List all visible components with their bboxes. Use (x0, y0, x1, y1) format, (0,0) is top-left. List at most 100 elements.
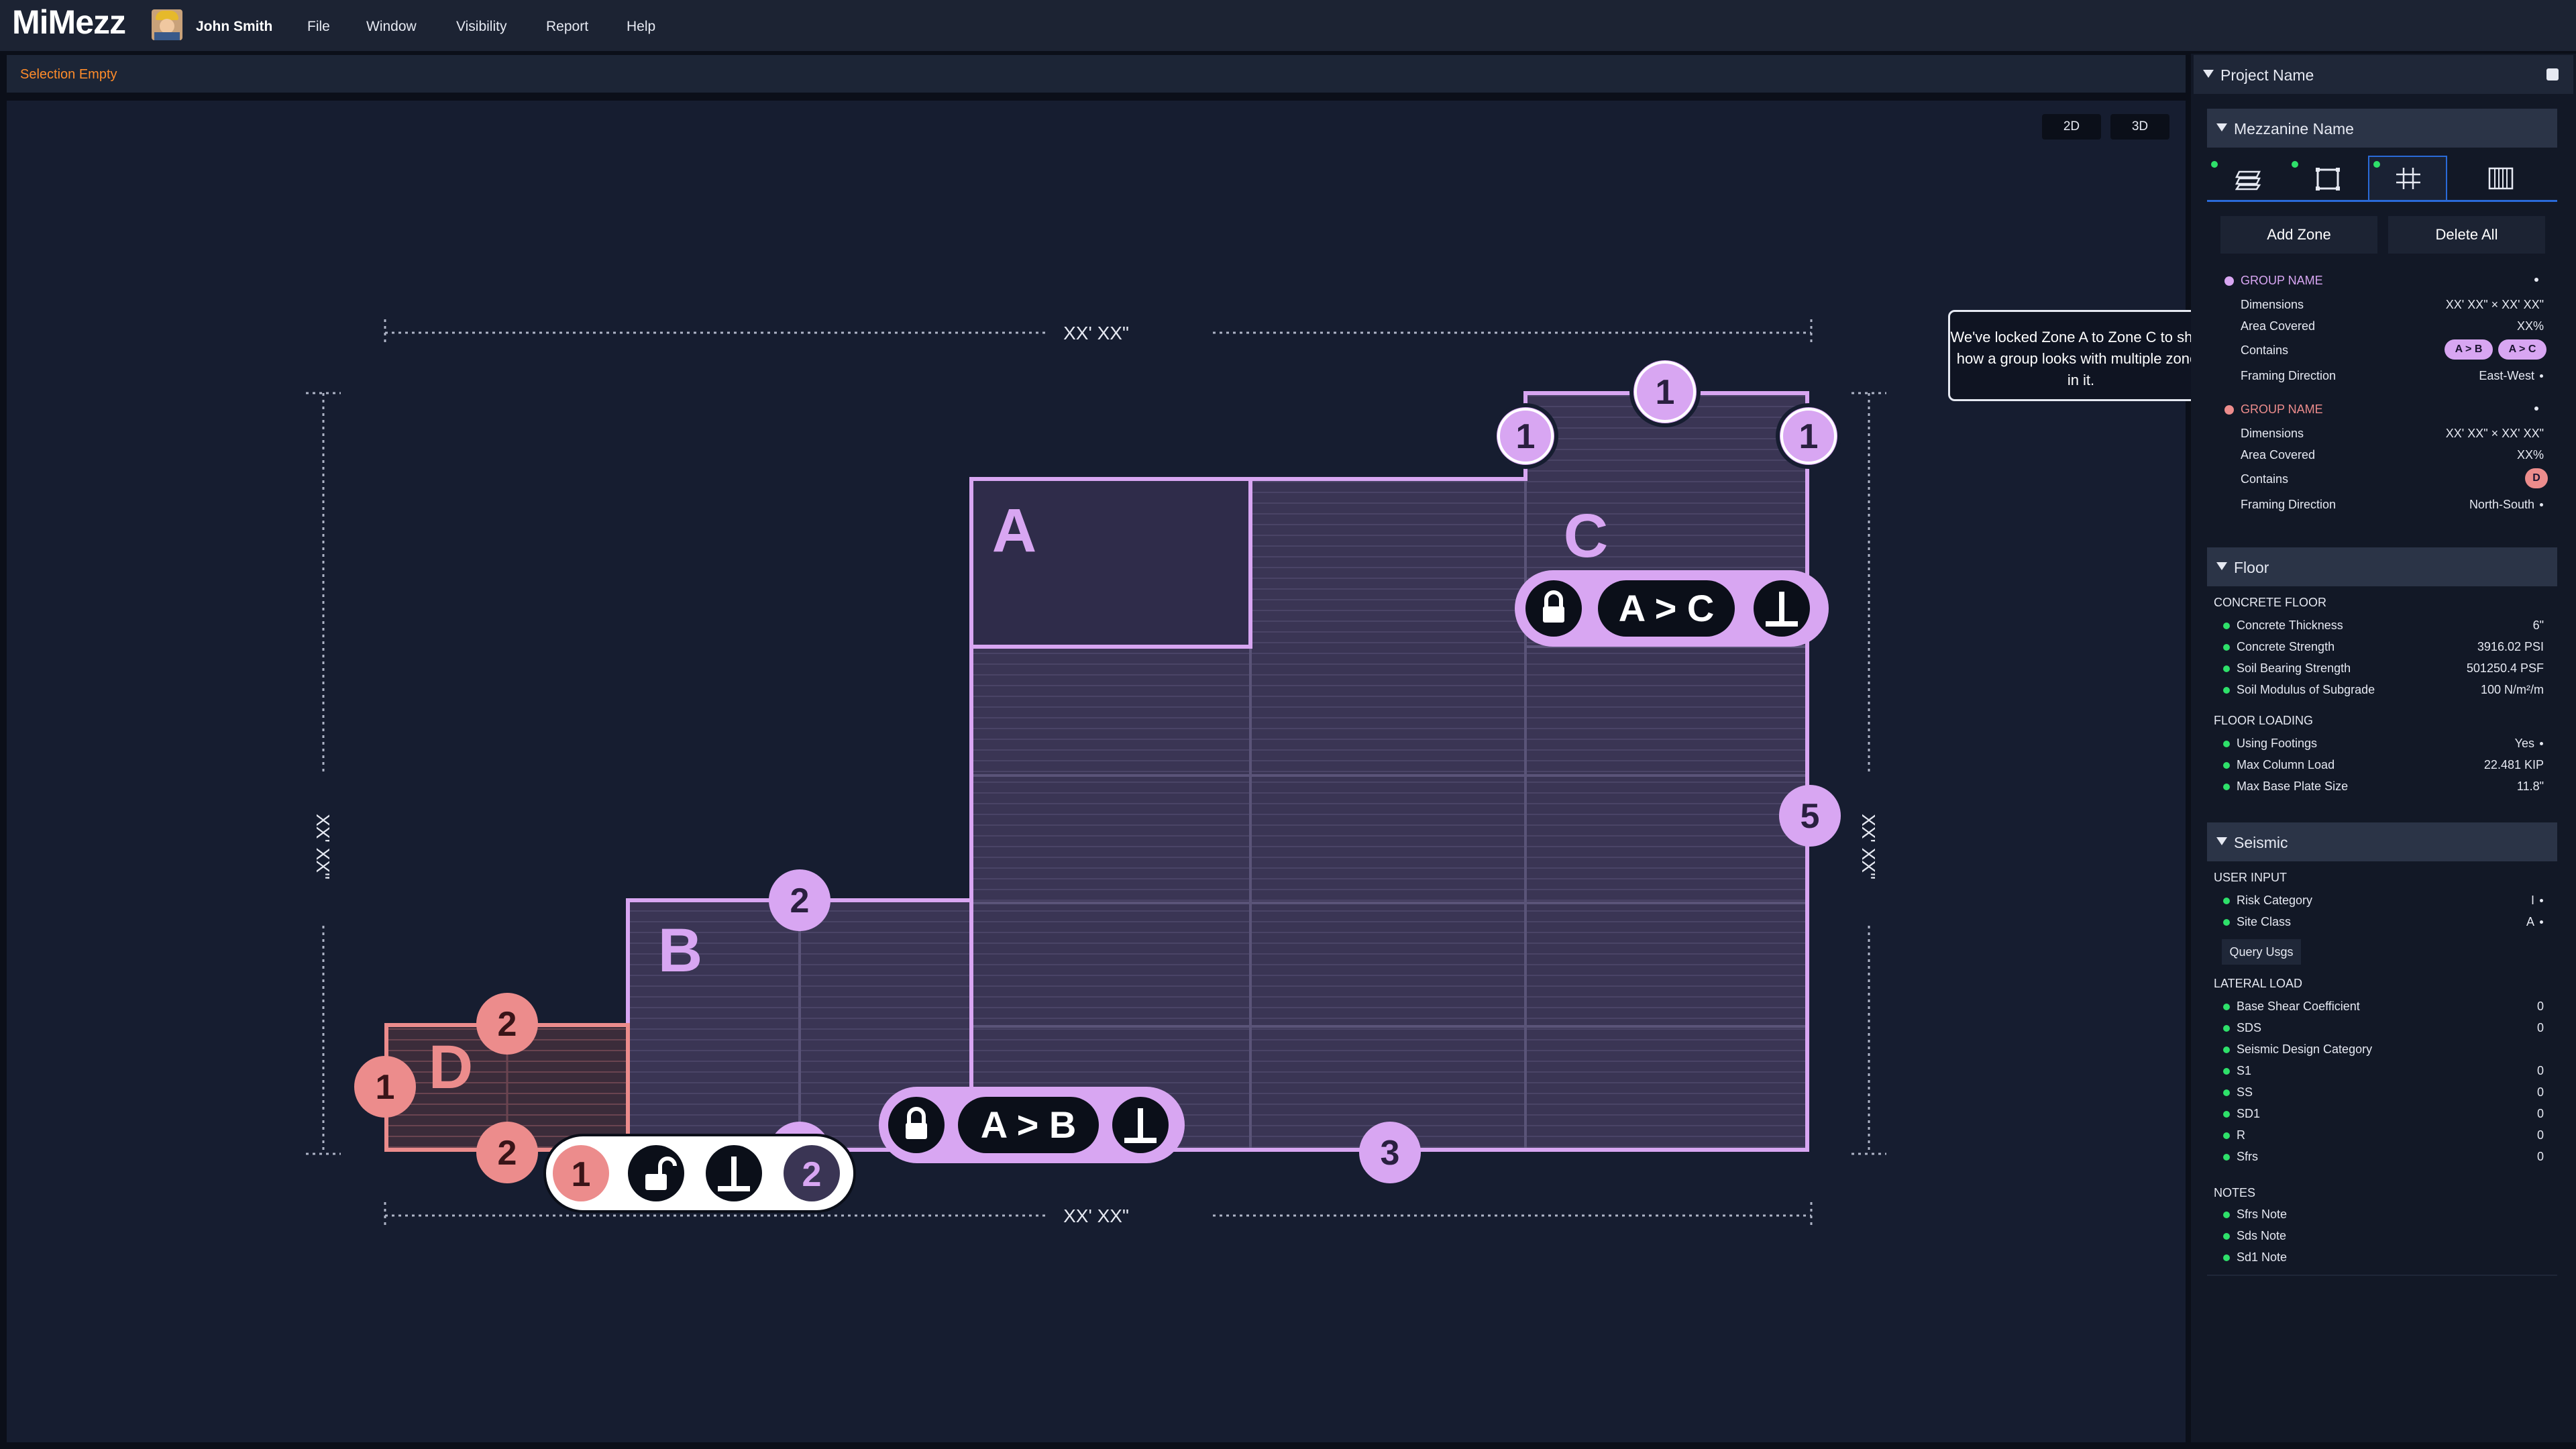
soil-bearing-value[interactable]: 501250.4 PSF (2419, 661, 2544, 676)
dimension-bottom: XX' XX" (1063, 1205, 1129, 1226)
r-value[interactable]: 0 (2419, 1128, 2544, 1142)
sds-label: SDS (2237, 1021, 2262, 1034)
lock-pill-a-c-label: A > C (1619, 587, 1715, 629)
framing-label: Framing Direction (2241, 369, 2337, 382)
badge-c-left[interactable]: 1 (1493, 403, 1558, 469)
close-icon[interactable] (2546, 68, 2559, 80)
concrete-thickness-value[interactable]: 6" (2419, 619, 2544, 633)
base-shear-value[interactable]: 0 (2419, 1000, 2544, 1014)
perpendicular-icon[interactable] (706, 1145, 762, 1201)
menu-help[interactable]: Help (627, 19, 655, 35)
seismic-header[interactable]: Seismic (2207, 822, 2557, 861)
max-base-plate-value[interactable]: 11.8" (2419, 780, 2544, 794)
more-icon[interactable] (2534, 278, 2538, 282)
lateral-load-title: LATERAL LOAD (2214, 977, 2303, 990)
menu-visibility[interactable]: Visibility (456, 19, 506, 35)
svg-text:2: 2 (498, 1134, 517, 1173)
menu-file[interactable]: File (307, 19, 330, 35)
soil-modulus-value[interactable]: 100 N/m²/m (2419, 683, 2544, 697)
badge-c-top[interactable]: 1 (1629, 356, 1701, 427)
dropdown-icon[interactable] (2540, 742, 2543, 745)
ss-label: SS (2237, 1085, 2253, 1099)
contains-pill[interactable]: D (2525, 468, 2548, 488)
concrete-strength-value[interactable]: 3916.02 PSI (2419, 640, 2544, 654)
badge-d-left[interactable]: 1 (354, 1056, 416, 1118)
lock-icon[interactable] (888, 1097, 945, 1153)
mezzanine-header[interactable]: Mezzanine Name (2207, 109, 2557, 148)
s1-label: S1 (2237, 1064, 2252, 1077)
mezzanine-tabs (2207, 156, 2557, 202)
sfrs-label: Sfrs (2237, 1150, 2259, 1163)
add-zone-button[interactable]: Add Zone (2220, 216, 2377, 254)
perpendicular-icon[interactable] (1754, 580, 1810, 637)
dropdown-icon[interactable] (2540, 374, 2543, 378)
site-class-value[interactable]: A (2419, 915, 2534, 929)
sds-value[interactable]: 0 (2419, 1021, 2544, 1035)
svg-text:2: 2 (790, 881, 810, 920)
framing-value[interactable]: East-West (2392, 369, 2534, 383)
badge-d-bottom[interactable]: 2 (476, 1122, 538, 1183)
s1-value[interactable]: 0 (2419, 1064, 2544, 1078)
risk-category-value[interactable]: I (2419, 894, 2534, 908)
menu-report[interactable]: Report (546, 19, 588, 35)
tab-columns[interactable] (2449, 157, 2528, 200)
query-usgs-button[interactable]: Query Usgs (2222, 939, 2301, 965)
chevron-down-icon (2203, 70, 2214, 78)
lock-icon[interactable] (1525, 580, 1582, 637)
group-name[interactable]: GROUP NAME (2241, 274, 2323, 288)
menu-window[interactable]: Window (366, 19, 417, 35)
dropdown-icon[interactable] (2540, 899, 2543, 902)
badge-a-bottom[interactable]: 3 (1359, 1122, 1421, 1183)
badge-b-top[interactable]: 2 (769, 869, 830, 931)
ss-value[interactable]: 0 (2419, 1085, 2544, 1099)
svg-text:3: 3 (1381, 1134, 1400, 1173)
floor-header[interactable]: Floor (2207, 547, 2557, 586)
zone-d-label: D (429, 1033, 473, 1102)
tab-frame[interactable] (2288, 157, 2367, 200)
sfrs-value[interactable]: 0 (2419, 1150, 2544, 1164)
r-label: R (2237, 1128, 2245, 1142)
tab-grid[interactable] (2368, 156, 2447, 200)
sfrs-note-label[interactable]: Sfrs Note (2237, 1208, 2287, 1222)
concrete-thickness-label: Concrete Thickness (2237, 619, 2343, 632)
dropdown-icon[interactable] (2540, 920, 2543, 924)
contains-pill[interactable]: A > C (2498, 339, 2546, 360)
badge-d-top[interactable]: 2 (476, 993, 538, 1055)
lock-pill-a-b[interactable]: A > B (879, 1087, 1185, 1163)
panel-divider (2207, 1275, 2557, 1276)
sd1-note-label[interactable]: Sd1 Note (2237, 1250, 2287, 1265)
lock-pill-a-c[interactable]: A > C (1515, 570, 1829, 647)
user-name[interactable]: John Smith (196, 19, 272, 35)
floor-plan: XX' XX" XX' XX" XX' XX" XX' XX" A B C D … (306, 319, 1886, 1229)
zone-d-pill[interactable]: 1 2 (543, 1134, 856, 1213)
sd1-value[interactable]: 0 (2419, 1107, 2544, 1121)
badge-a-right[interactable]: 5 (1779, 785, 1841, 847)
using-footings-value[interactable]: Yes (2419, 737, 2534, 751)
max-column-load-value[interactable]: 22.481 KIP (2419, 758, 2544, 772)
drawing-canvas[interactable]: 2D 3D XX' XX" XX' XX" XX' XX" XX' XX" A … (7, 101, 2186, 1442)
base-shear-label: Base Shear Coefficient (2237, 1000, 2360, 1013)
framing-value[interactable]: North-South (2392, 498, 2534, 512)
tab-deck[interactable] (2207, 157, 2286, 200)
dimension-right: XX' XX" (1858, 814, 1879, 879)
svg-text:5: 5 (1801, 797, 1820, 836)
chevron-down-icon (2216, 562, 2227, 570)
avatar[interactable] (152, 9, 182, 40)
area-value: XX% (2516, 319, 2544, 333)
group-name[interactable]: GROUP NAME (2241, 402, 2323, 417)
svg-text:1: 1 (1516, 417, 1536, 456)
unlock-icon[interactable] (628, 1145, 684, 1201)
site-class-label: Site Class (2237, 915, 2292, 928)
contains-pill[interactable]: A > B (2445, 339, 2493, 360)
concrete-floor-title: CONCRETE FLOOR (2214, 596, 2327, 609)
delete-all-button[interactable]: Delete All (2388, 216, 2545, 254)
sds-note-label[interactable]: Sds Note (2237, 1229, 2286, 1243)
perpendicular-icon[interactable] (1112, 1097, 1169, 1153)
dropdown-icon[interactable] (2540, 503, 2543, 506)
badge-c-right[interactable]: 1 (1776, 403, 1841, 469)
concrete-strength-label: Concrete Strength (2237, 640, 2335, 653)
more-icon[interactable] (2534, 407, 2538, 411)
mezzanine-name: Mezzanine Name (2234, 120, 2354, 138)
max-column-load-label: Max Column Load (2237, 758, 2335, 771)
project-header[interactable]: Project Name (2194, 55, 2573, 94)
